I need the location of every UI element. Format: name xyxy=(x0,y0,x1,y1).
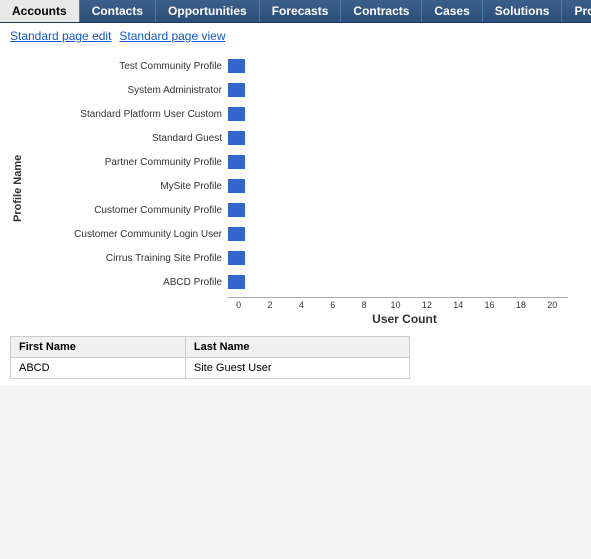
bar-fill xyxy=(228,155,245,169)
nav-accounts[interactable]: Accounts xyxy=(0,0,80,22)
bar-track xyxy=(228,251,581,265)
x-tick: 2 xyxy=(254,300,285,310)
bar-label: MySite Profile xyxy=(28,181,228,192)
data-table: First Name Last Name ABCDSite Guest User xyxy=(10,336,410,379)
standard-page-edit-link[interactable]: Standard page edit xyxy=(10,29,111,43)
x-tick: 0 xyxy=(223,300,254,310)
bar-fill xyxy=(228,107,245,121)
bar-label: Standard Guest xyxy=(28,133,228,144)
bar-track xyxy=(228,131,581,145)
col-last-name: Last Name xyxy=(185,337,409,358)
x-axis: 02468101214161820 xyxy=(228,297,568,310)
nav-contacts[interactable]: Contacts xyxy=(80,0,156,22)
bar-label: Customer Community Login User xyxy=(28,229,228,240)
bar-fill xyxy=(228,227,245,241)
chart-inner: Test Community Profile System Administrat… xyxy=(28,51,581,326)
bar-row: Customer Community Login User xyxy=(28,223,581,245)
col-first-name: First Name xyxy=(11,337,186,358)
page-links: Standard page edit Standard page view xyxy=(10,29,581,43)
nav-opportunities[interactable]: Opportunities xyxy=(156,0,260,22)
cell-first-name: ABCD xyxy=(11,358,186,379)
bar-row: Cirrus Training Site Profile xyxy=(28,247,581,269)
bar-track xyxy=(228,275,581,289)
bar-track xyxy=(228,203,581,217)
bar-row: MySite Profile xyxy=(28,175,581,197)
cell-last-name: Site Guest User xyxy=(185,358,409,379)
y-axis-label: Profile Name xyxy=(10,51,26,326)
standard-page-view-link[interactable]: Standard page view xyxy=(119,29,225,43)
bar-track xyxy=(228,83,581,97)
bar-track xyxy=(228,155,581,169)
nav-forecasts[interactable]: Forecasts xyxy=(260,0,342,22)
bar-fill xyxy=(228,275,245,289)
bar-track xyxy=(228,179,581,193)
x-tick: 10 xyxy=(380,300,411,310)
bar-fill xyxy=(228,203,245,217)
nav-prod[interactable]: Prod... xyxy=(562,0,591,22)
bar-label: Cirrus Training Site Profile xyxy=(28,253,228,264)
bar-fill xyxy=(228,83,245,97)
bar-fill xyxy=(228,59,245,73)
table-row: ABCDSite Guest User xyxy=(11,358,410,379)
bar-label: Partner Community Profile xyxy=(28,157,228,168)
bar-row: ABCD Profile xyxy=(28,271,581,293)
x-tick: 14 xyxy=(443,300,474,310)
x-tick: 8 xyxy=(348,300,379,310)
bar-row: Test Community Profile xyxy=(28,55,581,77)
chart-container: Profile Name Test Community Profile Syste… xyxy=(10,51,581,326)
bar-row: Customer Community Profile xyxy=(28,199,581,221)
bar-track xyxy=(228,227,581,241)
x-tick: 12 xyxy=(411,300,442,310)
bar-fill xyxy=(228,179,245,193)
bar-row: Partner Community Profile xyxy=(28,151,581,173)
bars-area: Test Community Profile System Administrat… xyxy=(28,51,581,297)
bar-track xyxy=(228,107,581,121)
bar-track xyxy=(228,59,581,73)
bar-fill xyxy=(228,251,245,265)
bar-label: ABCD Profile xyxy=(28,277,228,288)
main-content: Standard page edit Standard page view Pr… xyxy=(0,23,591,385)
bar-label: System Administrator xyxy=(28,85,228,96)
bar-row: Standard Guest xyxy=(28,127,581,149)
bar-label: Customer Community Profile xyxy=(28,205,228,216)
x-tick: 18 xyxy=(505,300,536,310)
x-tick: 6 xyxy=(317,300,348,310)
bar-row: System Administrator xyxy=(28,79,581,101)
x-tick: 16 xyxy=(474,300,505,310)
nav-cases[interactable]: Cases xyxy=(422,0,482,22)
bar-label: Standard Platform User Custom xyxy=(28,109,228,120)
x-tick: 20 xyxy=(537,300,568,310)
bar-label: Test Community Profile xyxy=(28,61,228,72)
bar-fill xyxy=(228,131,245,145)
nav-contracts[interactable]: Contracts xyxy=(341,0,422,22)
nav-solutions[interactable]: Solutions xyxy=(483,0,563,22)
bar-row: Standard Platform User Custom xyxy=(28,103,581,125)
x-tick: 4 xyxy=(286,300,317,310)
navigation-bar: Accounts Contacts Opportunities Forecast… xyxy=(0,0,591,23)
x-axis-label: User Count xyxy=(228,312,581,326)
